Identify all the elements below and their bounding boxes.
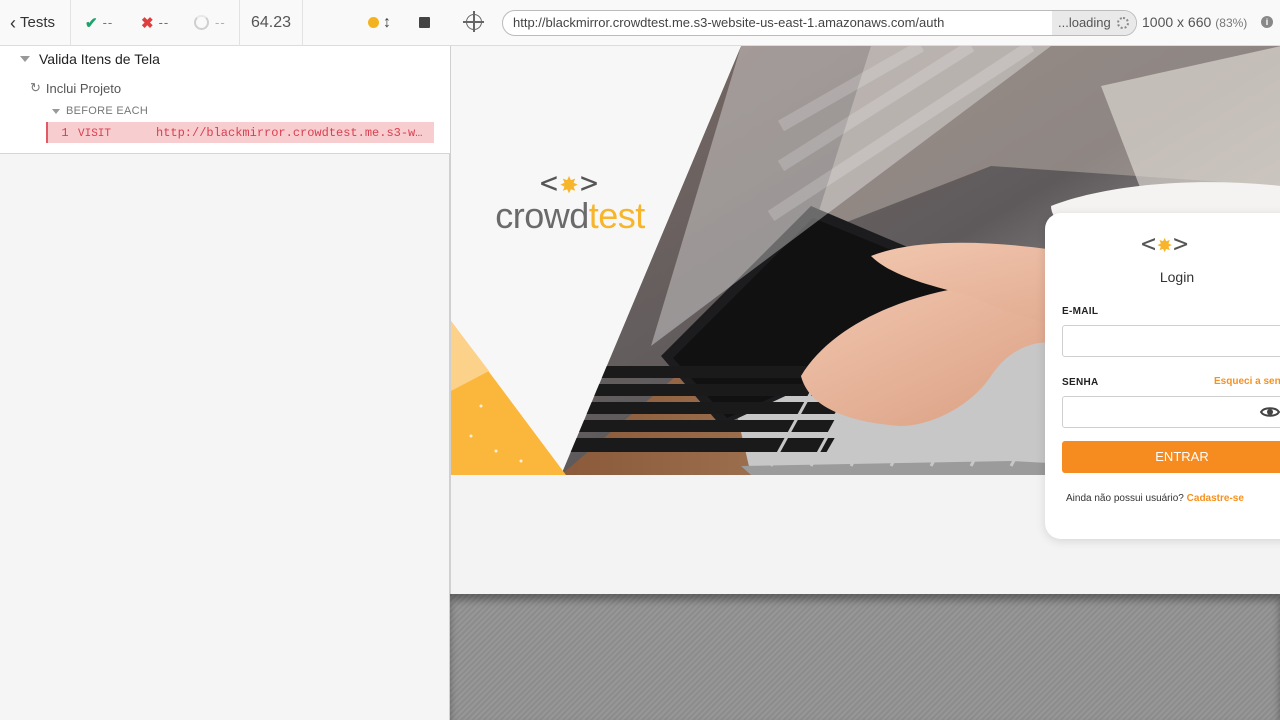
aut-header: http://blackmirror.crowdtest.me.s3-websi… [450, 0, 1280, 46]
signup-link[interactable]: Cadastre-se [1187, 493, 1244, 504]
command-number: 1 [61, 125, 69, 140]
suite-title: Valida Itens de Tela [39, 51, 160, 67]
app-iframe: <✸> crowdtest <✸> Login E-MAIL SENHA Esq… [450, 46, 1280, 594]
email-field[interactable] [1062, 325, 1280, 357]
login-card: <✸> Login E-MAIL SENHA Esqueci a senha E… [1045, 213, 1280, 539]
code-bracket-logo-icon: <✸> [1141, 229, 1190, 258]
password-field[interactable] [1062, 396, 1280, 428]
test-title: Inclui Projeto [45, 80, 122, 96]
test-title-row[interactable]: ↻ Inclui Projeto [30, 80, 121, 96]
reporter-controls: ↕ [303, 14, 450, 32]
command-name: VISIT [78, 127, 112, 140]
duration: 64.23 [240, 0, 303, 46]
brand-wordmark: crowdtest [485, 195, 655, 237]
brand-suffix: test [588, 195, 646, 236]
crosshair-icon[interactable] [463, 11, 484, 32]
loading-label: ...loading [1058, 15, 1111, 30]
command-log: Valida Itens de Tela ↻ Inclui Projeto BE… [0, 46, 450, 154]
caret-down-icon [52, 108, 60, 114]
spinner-icon [1116, 17, 1129, 29]
reporter-header: ‹ Tests ✔ -- ✖ -- -- 64.23 ↕ [0, 0, 450, 46]
forgot-password-link[interactable]: Esqueci a senha [1214, 376, 1280, 387]
check-icon: ✔ [85, 14, 98, 32]
passed-count: ✔ -- [71, 0, 129, 46]
viewport-info: 1000 x 660 (83%) [1142, 14, 1247, 30]
status-dot-icon [368, 17, 379, 28]
failed-value: -- [158, 15, 170, 30]
x-icon: ✖ [141, 14, 154, 32]
command-message: http://blackmirror.crowdtest.me.s3-w… [156, 125, 423, 140]
code-bracket-logo-icon: <✸> [539, 166, 601, 201]
password-label: SENHA [1062, 377, 1099, 388]
login-submit-button[interactable]: ENTRAR [1062, 441, 1280, 473]
signup-row: Ainda não possui usuário? Cadastre-se [1066, 493, 1244, 504]
login-title: Login [1159, 269, 1195, 285]
eye-icon[interactable] [1260, 405, 1280, 419]
suite-title-row[interactable]: Valida Itens de Tela [20, 51, 160, 67]
hook-row[interactable]: BEFORE EACH [52, 105, 148, 117]
email-label: E-MAIL [1062, 306, 1099, 317]
refresh-icon: ↻ [30, 80, 41, 95]
passed-value: -- [102, 15, 114, 30]
url-bar[interactable]: http://blackmirror.crowdtest.me.s3-websi… [502, 10, 1137, 36]
running-indicator[interactable]: ↕ [368, 14, 391, 32]
viewport-background [450, 594, 1280, 720]
brand-logo: <✸> crowdtest [485, 166, 655, 237]
failed-count: ✖ -- [129, 0, 184, 46]
brand-prefix: crowd [495, 195, 589, 236]
signup-prompt: Ainda não possui usuário? [1066, 493, 1184, 504]
loading-indicator: ...loading [1052, 11, 1136, 35]
aut-panel: http://blackmirror.crowdtest.me.s3-websi… [450, 0, 1280, 720]
zoom-level: (83%) [1215, 16, 1248, 30]
viewport-size: 1000 x 660 [1142, 14, 1212, 30]
back-to-tests-button[interactable]: ‹ Tests [0, 0, 71, 46]
reporter-panel: ‹ Tests ✔ -- ✖ -- -- 64.23 ↕ Valida Iten… [0, 0, 450, 720]
chevron-left-icon: ‹ [10, 12, 16, 33]
command-row[interactable]: 1 VISIT http://blackmirror.crowdtest.me.… [46, 122, 434, 143]
pending-spinner-icon [194, 15, 209, 30]
hook-label: BEFORE EACH [66, 105, 149, 117]
back-label: Tests [20, 14, 56, 31]
url-text: http://blackmirror.crowdtest.me.s3-websi… [513, 15, 945, 30]
caret-down-icon [20, 56, 30, 62]
stop-button[interactable] [419, 17, 430, 28]
info-icon[interactable]: i [1261, 16, 1273, 28]
pending-value: -- [215, 15, 226, 30]
arrows-vertical-icon: ↕ [383, 13, 391, 31]
pending-count: -- [184, 0, 240, 46]
